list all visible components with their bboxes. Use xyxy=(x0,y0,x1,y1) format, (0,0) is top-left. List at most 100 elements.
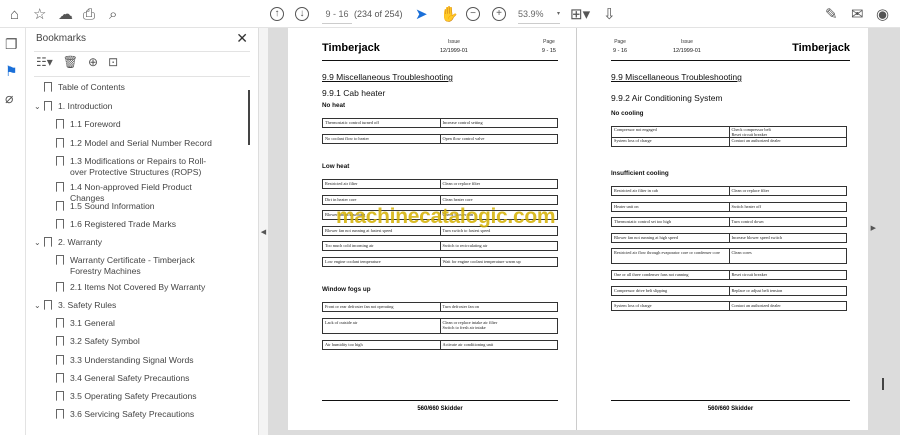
cause-cell: Heater unit on xyxy=(611,201,730,212)
scroll-mode-icon[interactable]: ⇩ xyxy=(603,4,616,24)
panel-title: Bookmarks xyxy=(36,33,87,44)
group-heading: Window fogs up xyxy=(322,286,371,293)
bookmark-item[interactable]: ⌄ 3. Safety Rules xyxy=(34,300,214,311)
edit-sign-icon[interactable]: ✎ xyxy=(825,4,838,24)
bookmark-item[interactable]: Warranty Certificate - Timberjack Forest… xyxy=(56,255,216,277)
page-header: Page 9 - 16 Issue 12/1999-01 Timberjack xyxy=(611,38,850,61)
bookmark-label: 1.5 Sound Information xyxy=(70,201,155,211)
bookmark-item[interactable]: 3.3 Understanding Signal Words xyxy=(56,355,216,366)
bookmark-label: 1. Introduction xyxy=(58,101,113,111)
zoom-out-icon[interactable]: − xyxy=(466,4,480,24)
bookmark-item[interactable]: ⌄ 2. Warranty xyxy=(34,237,214,248)
bookmark-flag-icon xyxy=(56,119,64,129)
zoom-value: 53.9% xyxy=(518,8,544,19)
chevron-down-icon[interactable]: ⌄ xyxy=(34,300,44,311)
bookmark-item[interactable]: 1.5 Sound Information xyxy=(56,201,216,212)
print-icon[interactable]: ⎙ xyxy=(83,4,95,24)
bookmark-item[interactable]: 3.5 Operating Safety Precautions xyxy=(56,391,216,402)
add-bookmark-icon[interactable]: ⊕ xyxy=(88,55,98,69)
bookmark-icon[interactable]: ⚑ xyxy=(5,63,18,80)
bookmark-flag-icon xyxy=(56,409,64,419)
issue-label: Issue xyxy=(447,39,460,45)
remedy-cell: Switch to recirculating air xyxy=(439,241,558,251)
page-header: Timberjack Issue 12/1999-01 Page 9 - 15 xyxy=(322,38,558,61)
bookmark-item[interactable]: 3.2 Safety Symbol xyxy=(56,336,216,347)
star-icon[interactable]: ☆ xyxy=(33,4,46,24)
bookmark-item[interactable]: 1.1 Foreword xyxy=(56,119,216,130)
bookmarks-panel: Bookmarks ✕ ☷▾ 🗑 ⊕ ⊡ Table of Contents ⌄ 1… xyxy=(26,28,258,435)
brand-logo: Timberjack xyxy=(322,42,380,54)
remedy-cell: Increase blower speed switch xyxy=(728,232,847,243)
panel-scrollbar[interactable] xyxy=(248,90,250,145)
troubleshooting-table: Thermostatic control turned off Increase … xyxy=(322,118,558,128)
bookmark-label: 3.3 Understanding Signal Words xyxy=(70,355,194,365)
hand-icon[interactable]: ✋ xyxy=(440,4,459,24)
page-input[interactable]: 9 - 16 xyxy=(322,4,352,24)
troubleshooting-table: Restricted air filter in cab Clean or rep… xyxy=(611,186,847,196)
chevron-down-icon[interactable]: ⌄ xyxy=(34,101,44,112)
zoom-in-icon[interactable]: + xyxy=(492,4,506,24)
troubleshooting-table: One or all three condenser fans not runn… xyxy=(611,270,847,280)
cloud-upload-icon[interactable]: ☁ xyxy=(58,4,73,24)
remedy-cell: Reset circuit breaker xyxy=(728,270,847,280)
navigation-rail: ❐ ⚑ ⌀ xyxy=(0,28,26,435)
troubleshooting-table: Heater unit on Switch heater off xyxy=(611,201,847,212)
bookmark-item[interactable]: 1.6 Registered Trade Marks xyxy=(56,219,216,230)
next-arrow-icon[interactable]: ▶ xyxy=(871,224,876,232)
watermark: machinecatalogic.com xyxy=(336,205,556,228)
bookmark-item[interactable]: Table of Contents xyxy=(34,82,214,93)
page-fit-icon[interactable]: ⊞▾ xyxy=(570,4,590,24)
chevron-down-icon[interactable] xyxy=(34,82,44,93)
panel-collapse-handle[interactable]: ◀ xyxy=(258,28,268,435)
bookmark-item[interactable]: 3.4 General Safety Precautions xyxy=(56,373,216,384)
section-heading: 9.9 Miscellaneous Troubleshooting xyxy=(611,72,742,82)
cause-cell: Compressor not engaged xyxy=(611,126,730,138)
account-icon[interactable]: ◉ xyxy=(876,4,889,24)
table-row: Restricted air flow through evaporator c… xyxy=(611,248,847,264)
prev-page-icon[interactable]: ↑ xyxy=(270,4,284,24)
mail-icon[interactable]: ✉ xyxy=(851,4,864,24)
next-page-icon[interactable]: ↓ xyxy=(295,4,309,24)
bookmark-label: 3.2 Safety Symbol xyxy=(70,336,140,346)
zoom-select[interactable]: 53.9% ▾ xyxy=(518,4,560,24)
document-scrollbar[interactable] xyxy=(882,378,884,390)
cause-cell: System loss of charge xyxy=(611,137,730,147)
close-icon[interactable]: ✕ xyxy=(236,30,248,47)
bookmark-label: 3.4 General Safety Precautions xyxy=(70,373,190,383)
table-row: Low engine coolant temperature Wait for e… xyxy=(322,256,558,267)
chevron-down-icon[interactable]: ⌄ xyxy=(34,237,44,248)
attachment-icon[interactable]: ⌀ xyxy=(5,90,13,107)
cause-cell: Front or rear defroster fan not operatin… xyxy=(322,302,441,312)
bookmark-item[interactable]: 1.2 Model and Serial Number Record xyxy=(56,138,216,149)
issue-value: 12/1999-01 xyxy=(440,48,468,54)
bookmark-item[interactable]: ⌄ 1. Introduction xyxy=(34,101,214,112)
bookmark-flag-icon xyxy=(56,156,64,166)
issue-value: 12/1999-01 xyxy=(673,48,701,54)
table-row: Blower fan not running at high speed Incr… xyxy=(611,232,847,243)
select-cursor-icon[interactable]: ➤ xyxy=(415,4,428,24)
table-row: Restricted air filter in cab Clean or rep… xyxy=(611,186,847,196)
remedy-cell: Check compressor belt Reset circuit brea… xyxy=(728,126,847,138)
options-menu-icon[interactable]: ☷▾ xyxy=(36,55,53,69)
group-heading: Insufficient cooling xyxy=(611,170,669,177)
bookmark-item[interactable]: 3.6 Servicing Safety Precautions xyxy=(56,409,216,420)
new-bookmark-from-structure-icon[interactable]: ⊡ xyxy=(108,55,118,69)
bookmark-label: 3.1 General xyxy=(70,318,115,328)
troubleshooting-table: Dirt in heater core Clean heater core xyxy=(322,194,558,205)
zoom-search-icon[interactable]: ⌕ xyxy=(109,4,117,24)
cause-cell: Compressor drive belt slipping xyxy=(611,285,730,296)
home-icon[interactable]: ⌂ xyxy=(10,4,19,24)
bookmark-item[interactable]: 3.1 General xyxy=(56,318,216,329)
cause-cell: System loss of charge xyxy=(611,301,730,311)
remedy-cell: Clean or replace filter xyxy=(728,186,847,196)
table-row: Heater unit on Switch heater off xyxy=(611,201,847,212)
pages-icon[interactable]: ❐ xyxy=(5,36,18,53)
cause-cell: Dirt in heater core xyxy=(322,194,441,205)
cause-cell: Thermostatic control set too high xyxy=(611,217,730,227)
bookmark-flag-icon xyxy=(56,282,64,292)
remedy-cell: Clean cores xyxy=(728,248,847,264)
delete-icon[interactable]: 🗑 xyxy=(63,55,78,69)
troubleshooting-table: Air humidity too high Activate air condit… xyxy=(322,339,558,350)
bookmark-item[interactable]: 2.1 Items Not Covered By Warranty xyxy=(56,282,216,293)
bookmark-item[interactable]: 1.3 Modifications or Repairs to Roll-ove… xyxy=(56,156,216,178)
